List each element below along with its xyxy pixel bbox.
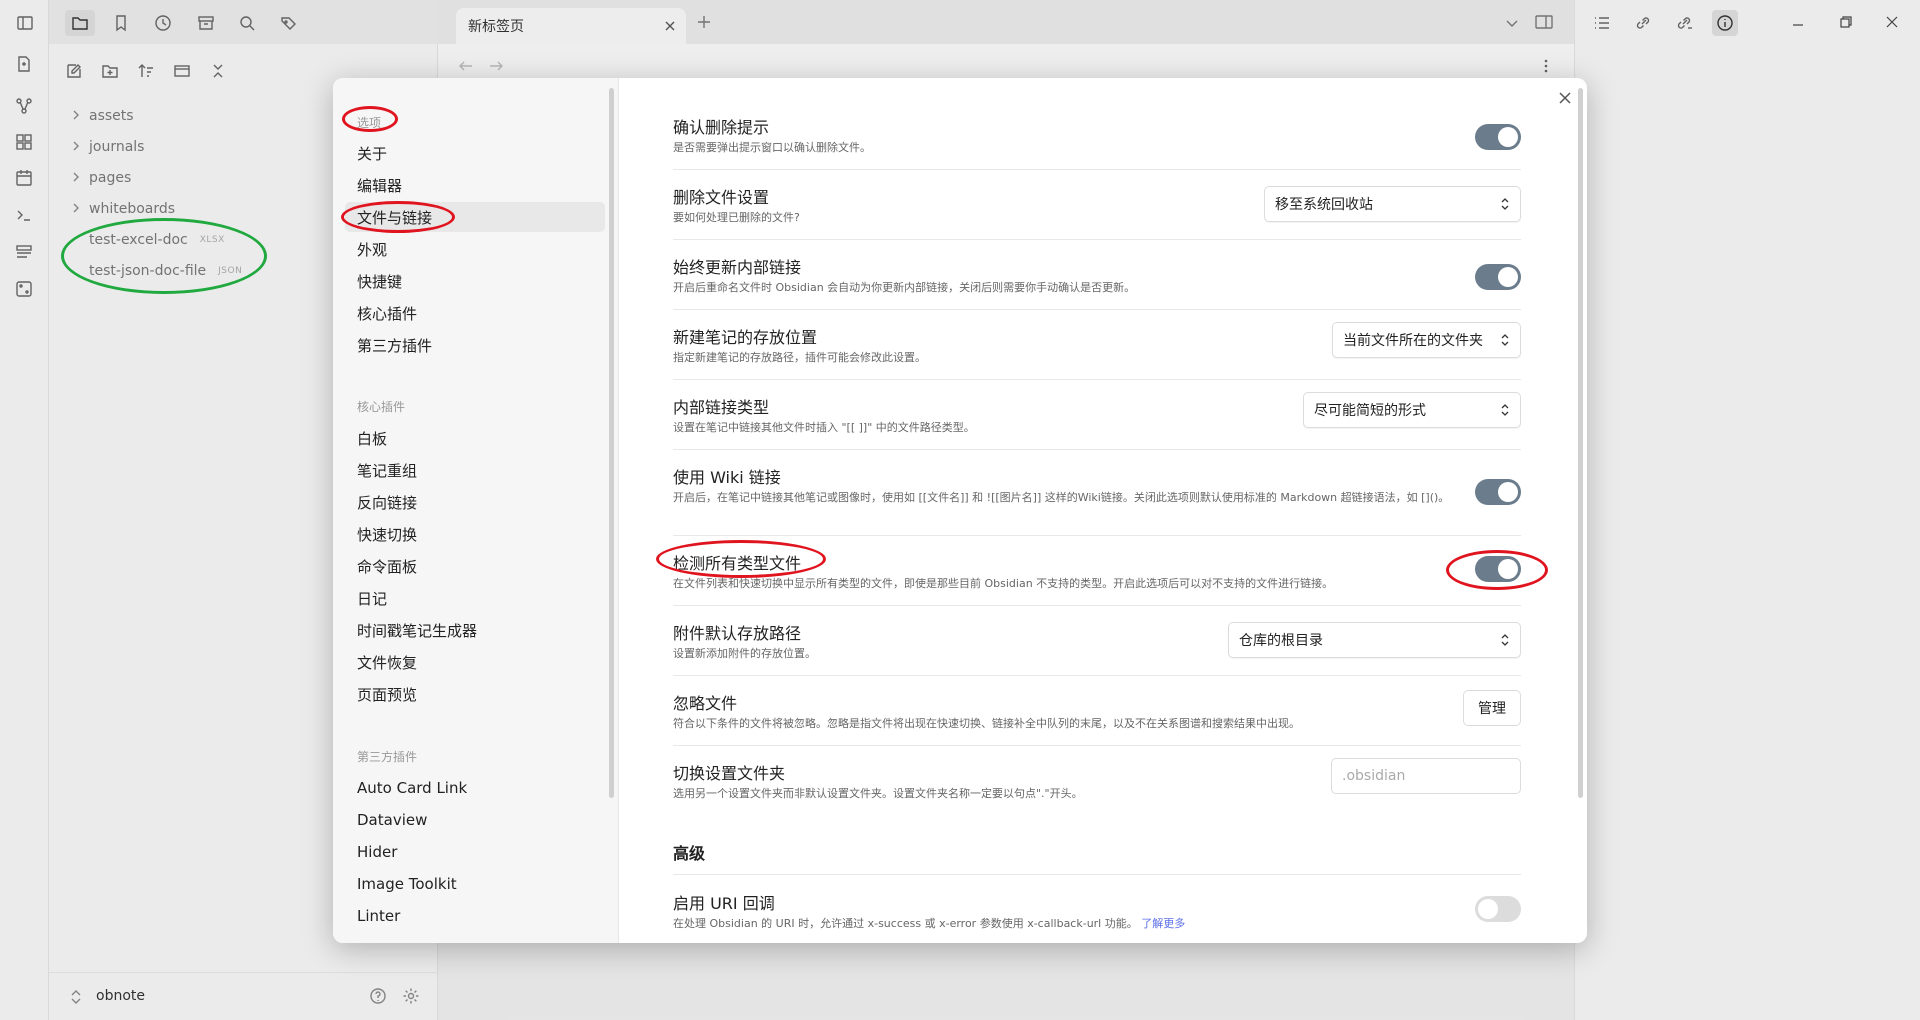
setting-description: 是否需要弹出提示窗口以确认删除文件。 bbox=[673, 141, 871, 154]
manage-button[interactable]: 管理 bbox=[1463, 690, 1521, 726]
setting-description: 选用另一个设置文件夹而非默认设置文件夹。设置文件夹名称一定要以句点"."开头。 bbox=[673, 787, 1083, 800]
section-divider bbox=[673, 874, 1521, 875]
select-caret-icon bbox=[1500, 333, 1510, 347]
settings-nav-community-plugins[interactable]: 第三方插件 bbox=[345, 330, 605, 360]
select-value: 仓库的根目录 bbox=[1239, 633, 1323, 649]
setting-name: 内部链接类型 bbox=[673, 398, 770, 417]
settings-nav-core-item[interactable]: 快速切换 bbox=[345, 519, 605, 549]
setting-new-note-location: 新建笔记的存放位置 指定新建笔记的存放路径，插件可能会修改此设置。 当前文件所在… bbox=[673, 322, 1521, 380]
annotation-green-ring bbox=[61, 218, 267, 294]
settings-nav-core-item[interactable]: 笔记重组 bbox=[345, 455, 605, 485]
settings-nav-plugin-item[interactable]: Linter bbox=[345, 901, 605, 931]
settings-nav-core-plugins[interactable]: 核心插件 bbox=[345, 298, 605, 328]
settings-nav-core-item[interactable]: 白板 bbox=[345, 423, 605, 453]
annotation-red-ring bbox=[341, 201, 455, 233]
content-scrollbar[interactable] bbox=[1578, 88, 1583, 798]
deleted-files-select[interactable]: 移至系统回收站 bbox=[1264, 186, 1521, 222]
setting-config-folder: 切换设置文件夹 选用另一个设置文件夹而非默认设置文件夹。设置文件夹名称一定要以句… bbox=[673, 758, 1521, 816]
setting-description: 符合以下条件的文件将被忽略。忽略是指文件将出现在快速切换、链接补全中队列的末尾，… bbox=[673, 717, 1300, 730]
auto-update-links-toggle[interactable] bbox=[1475, 264, 1521, 290]
setting-attachment-folder: 附件默认存放路径 设置新添加附件的存放位置。 仓库的根目录 bbox=[673, 620, 1521, 676]
section-title-advanced: 高级 bbox=[673, 844, 706, 863]
settings-nav-core-item[interactable]: 时间戳笔记生成器 bbox=[345, 615, 605, 645]
setting-use-wiki-links: 使用 Wiki 链接 开启后，在笔记中链接其他笔记或图像时，使用如 [[文件名]… bbox=[673, 464, 1521, 536]
settings-nav-core-item[interactable]: 页面预览 bbox=[345, 679, 605, 709]
section-header-core: 核心插件 bbox=[357, 400, 406, 414]
settings-nav-plugin-item[interactable]: Hider bbox=[345, 837, 605, 867]
settings-nav-plugin-item[interactable]: Auto Card Link bbox=[345, 773, 605, 803]
select-value: 尽可能简短的形式 bbox=[1314, 403, 1426, 419]
settings-nav-core-item[interactable]: 命令面板 bbox=[345, 551, 605, 581]
select-caret-icon bbox=[1500, 197, 1510, 211]
settings-content: 确认删除提示 是否需要弹出提示窗口以确认删除文件。 删除文件设置 要如何处理已删… bbox=[619, 78, 1587, 943]
settings-nav-plugin-item[interactable]: Dataview bbox=[345, 805, 605, 835]
setting-name: 切换设置文件夹 bbox=[673, 764, 786, 783]
setting-excluded-files: 忽略文件 符合以下条件的文件将被忽略。忽略是指文件将出现在快速切换、链接补全中队… bbox=[673, 690, 1521, 746]
setting-auto-update-links: 始终更新内部链接 开启后重命名文件时 Obsidian 会自动为你更新内部链接，… bbox=[673, 254, 1521, 310]
setting-link-format: 内部链接类型 设置在笔记中链接其他文件时插入 "[[ ]]" 中的文件路径类型。… bbox=[673, 392, 1521, 450]
settings-nav-hotkeys[interactable]: 快捷键 bbox=[345, 266, 605, 296]
select-value: 当前文件所在的文件夹 bbox=[1343, 333, 1483, 349]
sidebar-scrollbar[interactable] bbox=[609, 88, 614, 798]
wiki-links-toggle[interactable] bbox=[1475, 479, 1521, 505]
settings-nav-editor[interactable]: 编辑器 bbox=[345, 170, 605, 200]
uri-callbacks-toggle[interactable] bbox=[1475, 896, 1521, 922]
setting-description: 在处理 Obsidian 的 URI 时，允许通过 x-success 或 x-… bbox=[673, 916, 1185, 932]
annotation-red-ring bbox=[1446, 550, 1548, 590]
select-caret-icon bbox=[1500, 403, 1510, 417]
section-header-third-party: 第三方插件 bbox=[357, 750, 418, 764]
setting-description: 开启后，在笔记中链接其他笔记或图像时，使用如 [[文件名]] 和 ![[图片名]… bbox=[673, 491, 1450, 504]
setting-name: 使用 Wiki 链接 bbox=[673, 468, 781, 487]
setting-description: 设置新添加附件的存放位置。 bbox=[673, 647, 816, 660]
annotation-red-ring bbox=[656, 540, 826, 578]
settings-nav-core-item[interactable]: 反向链接 bbox=[345, 487, 605, 517]
select-value: 移至系统回收站 bbox=[1275, 197, 1373, 213]
setting-name: 删除文件设置 bbox=[673, 188, 770, 207]
annotation-red-ring bbox=[342, 106, 398, 132]
learn-more-link[interactable]: 了解更多 bbox=[1141, 917, 1185, 930]
setting-description: 指定新建笔记的存放路径，插件可能会修改此设置。 bbox=[673, 351, 926, 364]
setting-description-text: 在处理 Obsidian 的 URI 时，允许通过 x-success 或 x-… bbox=[673, 917, 1138, 930]
link-format-select[interactable]: 尽可能简短的形式 bbox=[1303, 392, 1521, 428]
settings-nav-core-item[interactable]: 日记 bbox=[345, 583, 605, 613]
config-folder-input[interactable]: .obsidian bbox=[1331, 758, 1521, 794]
setting-description: 要如何处理已删除的文件? bbox=[673, 211, 800, 224]
confirm-delete-toggle[interactable] bbox=[1475, 124, 1521, 150]
setting-description: 设置在笔记中链接其他文件时插入 "[[ ]]" 中的文件路径类型。 bbox=[673, 421, 975, 434]
setting-name: 启用 URI 回调 bbox=[673, 894, 775, 913]
setting-confirm-delete: 确认删除提示 是否需要弹出提示窗口以确认删除文件。 bbox=[673, 114, 1521, 170]
setting-name: 忽略文件 bbox=[673, 694, 738, 713]
setting-uri-callbacks: 启用 URI 回调 在处理 Obsidian 的 URI 时，允许通过 x-su… bbox=[673, 890, 1521, 943]
new-note-location-select[interactable]: 当前文件所在的文件夹 bbox=[1332, 322, 1521, 358]
close-icon[interactable] bbox=[1557, 90, 1573, 106]
setting-name: 确认删除提示 bbox=[673, 118, 770, 137]
setting-name: 始终更新内部链接 bbox=[673, 258, 802, 277]
setting-description: 在文件列表和快速切换中显示所有类型的文件，即使是那些目前 Obsidian 不支… bbox=[673, 577, 1334, 590]
select-caret-icon bbox=[1500, 633, 1510, 647]
settings-nav-appearance[interactable]: 外观 bbox=[345, 234, 605, 264]
settings-nav-about[interactable]: 关于 bbox=[345, 138, 605, 168]
settings-modal: 选项 关于 编辑器 文件与链接 外观 快捷键 核心插件 第三方插件 核心插件 白… bbox=[333, 78, 1587, 943]
setting-description: 开启后重命名文件时 Obsidian 会自动为你更新内部链接，关闭后则需要你手动… bbox=[673, 281, 1136, 294]
setting-name: 附件默认存放路径 bbox=[673, 624, 802, 643]
setting-name: 新建笔记的存放位置 bbox=[673, 328, 818, 347]
settings-nav-core-item[interactable]: 文件恢复 bbox=[345, 647, 605, 677]
attachment-folder-select[interactable]: 仓库的根目录 bbox=[1228, 622, 1521, 658]
settings-nav-plugin-item[interactable]: Image Toolkit bbox=[345, 869, 605, 899]
setting-deleted-files: 删除文件设置 要如何处理已删除的文件? 移至系统回收站 bbox=[673, 184, 1521, 240]
